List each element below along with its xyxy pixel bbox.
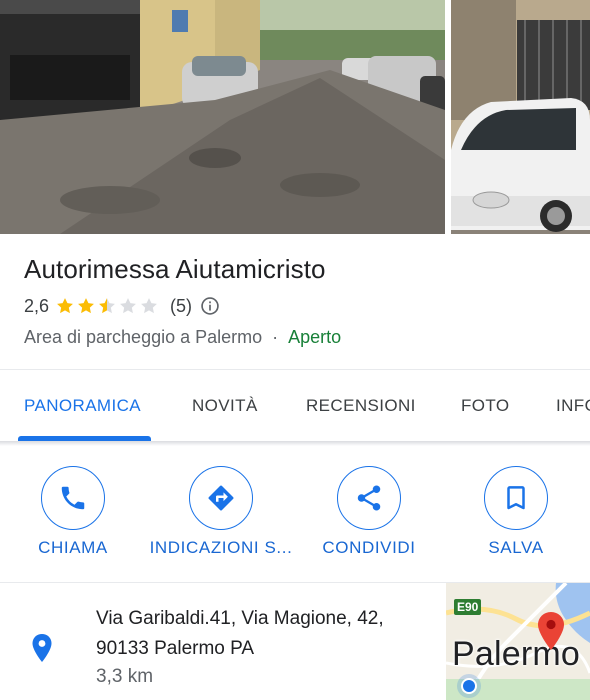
tab-bar: PANORAMICA NOVITÀ RECENSIONI FOTO INFO [0,370,590,442]
share-button[interactable]: CONDIVIDI [289,466,449,566]
rating-row[interactable]: 2,6 (5) [24,293,220,319]
category-row: Area di parcheggio a Palermo · Aperto [24,325,341,349]
star-empty-icon [120,298,136,314]
current-location-icon [457,674,481,698]
share-button-label: CONDIVIDI [322,538,416,557]
star-half-icon [99,298,115,314]
review-count[interactable]: (5) [170,296,192,317]
place-category: Area di parcheggio a Palermo [24,326,263,347]
address-line-1: Via Garibaldi.41, Via Magione, 42, [96,608,384,629]
tab-bar-shadow [0,441,590,446]
place-photo-car[interactable] [451,0,590,234]
location-pin-icon [32,634,52,662]
star-rating [55,296,160,316]
photo-strip[interactable] [0,0,590,234]
call-button-circle[interactable] [41,466,105,530]
directions-button[interactable]: INDICAZIONI S... [141,466,301,566]
star-empty-icon [141,298,157,314]
save-button-circle[interactable] [484,466,548,530]
directions-button-circle[interactable] [189,466,253,530]
star-filled-icon [78,298,94,314]
place-photo-street[interactable] [0,0,445,234]
address-block[interactable]: Via Garibaldi.41, Via Magione, 42, 90133… [96,604,384,664]
tab-novita[interactable]: NOVITÀ [192,370,258,442]
tab-recensioni[interactable]: RECENSIONI [306,370,416,442]
tab-panoramica[interactable]: PANORAMICA [24,370,141,442]
info-icon[interactable] [200,296,220,316]
share-icon [357,485,381,511]
address-line-2: 90133 Palermo PA [96,638,255,659]
directions-icon [208,485,234,511]
bookmark-icon [507,486,525,510]
distance: 3,3 km [96,666,154,687]
map-pin-icon [538,612,564,650]
call-button[interactable]: CHIAMA [0,466,153,566]
tab-foto[interactable]: FOTO [461,370,510,442]
call-button-label: CHIAMA [38,538,108,557]
separator-dot: · [272,326,279,347]
map-thumbnail[interactable]: E90 Palermo [446,583,590,700]
rating-value: 2,6 [24,295,50,316]
tab-info[interactable]: INFO [556,370,590,442]
place-title: Autorimessa Aiutamicristo [24,254,326,284]
star-filled-icon [57,298,73,314]
phone-icon [61,486,85,510]
save-button[interactable]: SALVA [436,466,590,566]
save-button-label: SALVA [488,538,544,557]
directions-button-label: INDICAZIONI S... [149,538,293,557]
map-road-badge: E90 [454,599,482,615]
share-button-circle[interactable] [337,466,401,530]
open-status: Aperto [288,326,342,347]
